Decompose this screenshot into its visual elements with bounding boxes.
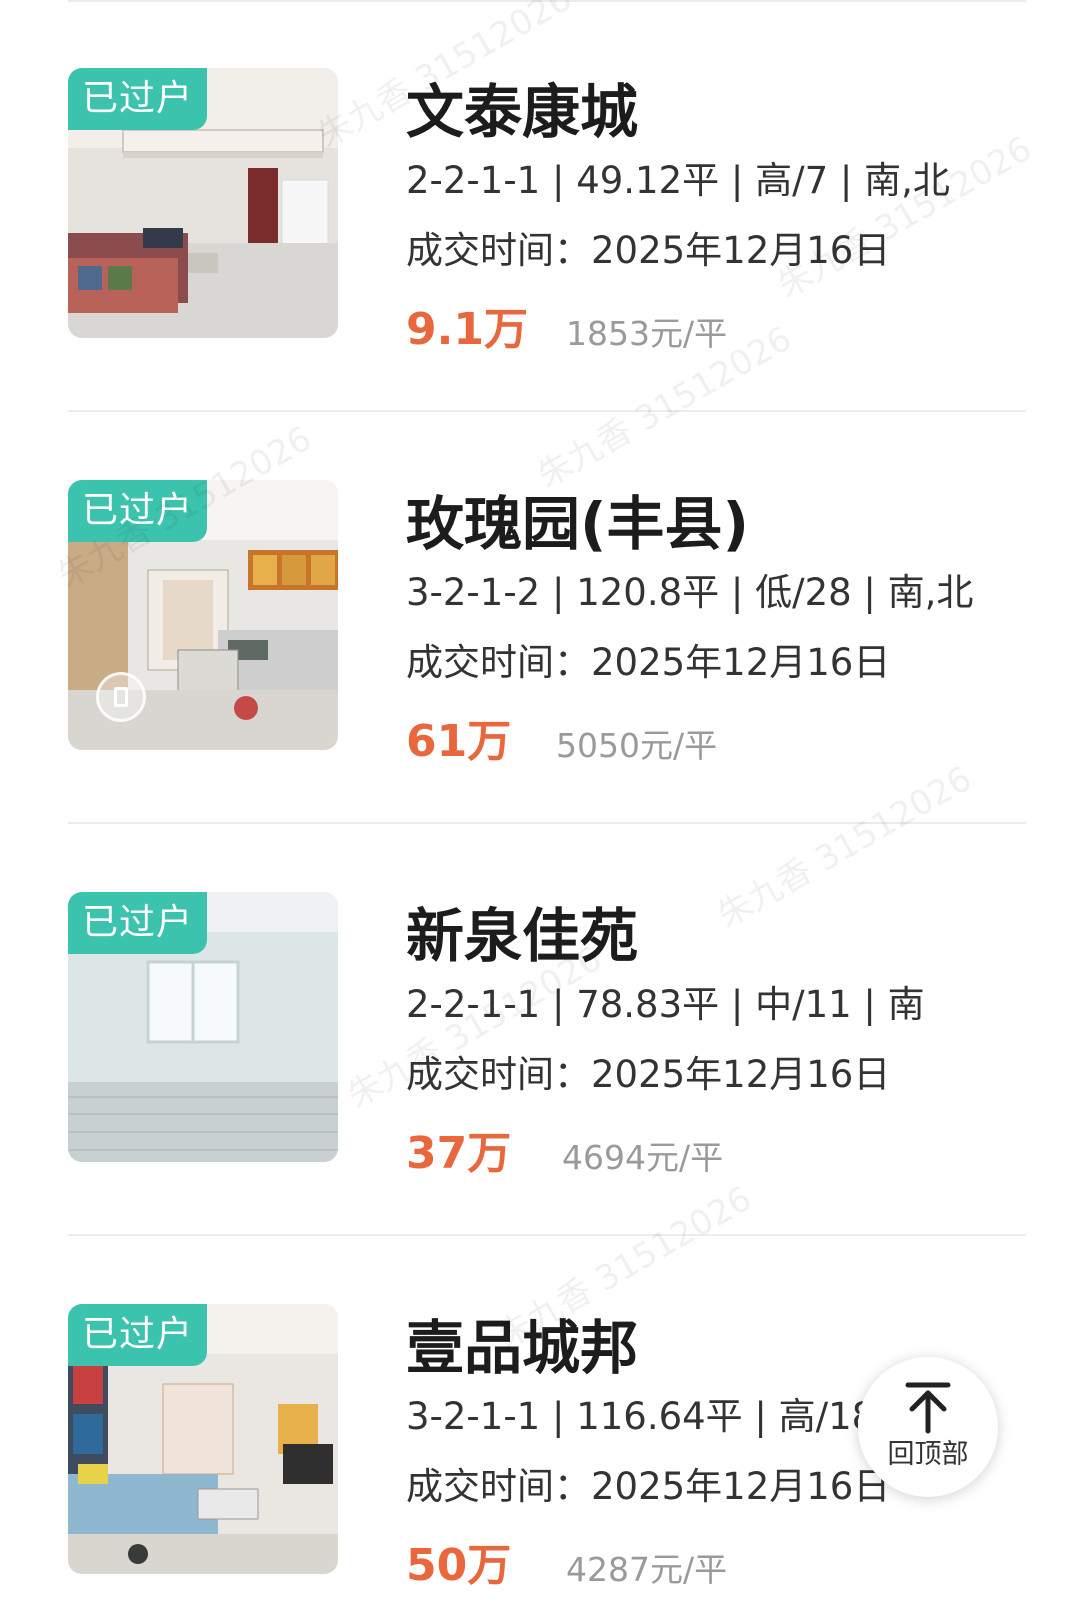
unit-price: 5050元/平 [556,726,718,765]
listing-card[interactable]: 已过户 玫瑰园(丰县) 3-2-1-2 | 120.8平 | 低/28 | 南,… [0,412,1080,824]
total-price: 50万 [406,1540,512,1591]
total-price: 61万 [406,716,512,767]
listing-photo[interactable]: 已过户 [68,480,338,750]
deal-time: 成交时间：2025年12月16日 [406,1465,891,1508]
listing-specs: 2-2-1-1 | 49.12平 | 高/7 | 南,北 [406,159,950,202]
listing-card[interactable]: 已过户 新泉佳苑 2-2-1-1 | 78.83平 | 中/11 | 南 成交时… [0,824,1080,1236]
listing-photo[interactable]: 已过户 [68,892,338,1162]
unit-price: 4694元/平 [562,1138,724,1177]
transaction-list-page: 已过户 文泰康城 2-2-1-1 | 49.12平 | 高/7 | 南,北 成交… [0,0,1080,1617]
transferred-badge: 已过户 [68,480,208,542]
community-name: 文泰康城 [406,78,639,146]
unit-price: 4287元/平 [566,1550,728,1589]
arrow-up-to-top-icon [905,1382,951,1434]
total-price: 9.1万 [406,304,528,355]
deal-time: 成交时间：2025年12月16日 [406,229,891,272]
transferred-badge: 已过户 [68,892,208,954]
community-name: 玫瑰园(丰县) [406,490,750,558]
listing-specs: 3-2-1-1 | 116.64平 | 高/18 [406,1395,876,1438]
listing-photo[interactable]: 已过户 [68,68,338,338]
listing-specs: 3-2-1-2 | 120.8平 | 低/28 | 南,北 [406,571,974,614]
listing-specs: 2-2-1-1 | 78.83平 | 中/11 | 南 [406,983,925,1026]
listing-photo[interactable]: 已过户 [68,1304,338,1574]
deal-time: 成交时间：2025年12月16日 [406,1053,891,1096]
vr-tour-icon[interactable] [96,672,146,722]
transferred-badge: 已过户 [68,68,208,130]
listing-card[interactable]: 已过户 文泰康城 2-2-1-1 | 49.12平 | 高/7 | 南,北 成交… [0,0,1080,412]
back-to-top-button[interactable]: 回顶部 [858,1357,998,1497]
total-price: 37万 [406,1128,512,1179]
deal-time: 成交时间：2025年12月16日 [406,641,891,684]
unit-price: 1853元/平 [566,314,728,353]
community-name: 壹品城邦 [406,1314,639,1382]
transferred-badge: 已过户 [68,1304,208,1366]
back-to-top-label: 回顶部 [887,1439,969,1470]
community-name: 新泉佳苑 [406,902,639,970]
